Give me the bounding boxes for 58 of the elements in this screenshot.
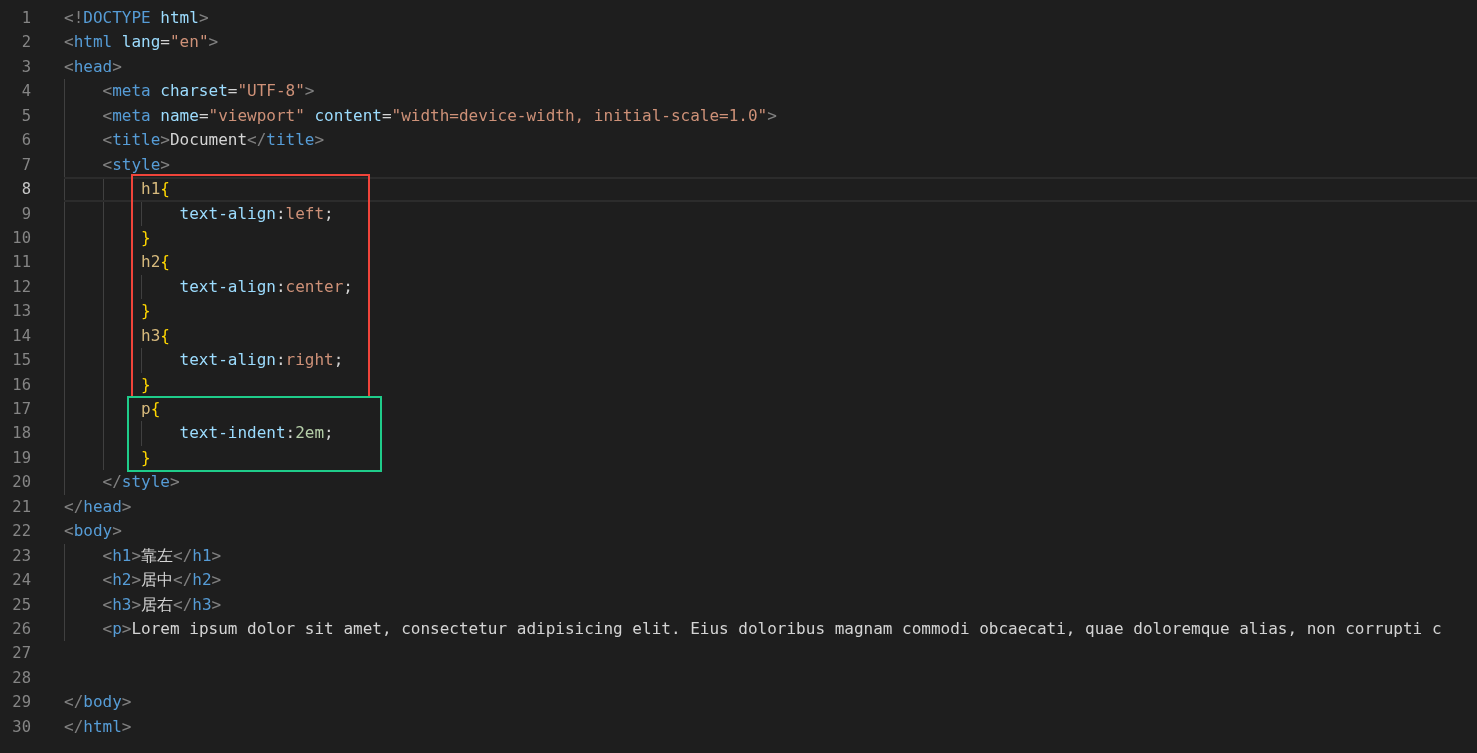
line-number: 29	[12, 692, 31, 714]
line-number: 17	[12, 399, 31, 420]
line-number: 5	[21, 105, 31, 127]
code-line: }	[141, 374, 151, 394]
line-number: 2	[21, 32, 31, 54]
code-line: text-align:center;	[179, 276, 353, 296]
code-line: <p>Lorem ipsum dolor sit amet, consectetur adipisicing elit. Eius doloribus magnam commodi obcaecati, quae doloremque alias, non corrupti c	[102, 618, 1442, 638]
line-number: 26	[12, 618, 31, 640]
code-line: <head>	[64, 56, 122, 76]
code-line: <style>	[102, 154, 170, 174]
line-number: 14	[12, 325, 31, 347]
line-number: 21	[12, 496, 31, 518]
line-number: 12	[12, 276, 31, 298]
code-line: h2{	[141, 252, 170, 272]
code-line: text-indent:2em;	[179, 423, 334, 443]
line-number: 7	[21, 154, 31, 176]
line-number: 10	[12, 227, 31, 249]
code-line: </html>	[64, 716, 132, 736]
code-line: p{	[141, 399, 161, 418]
line-number: 30	[12, 716, 31, 738]
code-line: h3{	[141, 325, 170, 345]
code-line: <h1>靠左</h1>	[102, 545, 222, 565]
line-number: 3	[21, 56, 31, 78]
code-line: <h3>居右</h3>	[102, 594, 222, 614]
code-line: <h2>居中</h2>	[102, 570, 222, 590]
line-number: 19	[12, 447, 31, 469]
code-line: text-align:left;	[179, 203, 334, 223]
line-number: 13	[12, 301, 31, 323]
line-number: 4	[21, 81, 31, 103]
code-line: }	[141, 447, 151, 467]
line-number: 22	[12, 521, 31, 543]
line-number: 20	[12, 472, 31, 494]
line-number: 6	[21, 130, 31, 152]
code-line: }	[141, 227, 151, 247]
code-line: <body>	[64, 521, 122, 541]
line-number: 28	[12, 667, 31, 689]
line-number: 24	[12, 570, 31, 592]
line-number: 11	[12, 252, 31, 274]
line-number: 15	[12, 350, 31, 372]
code-line: <title>Document</title>	[102, 130, 325, 150]
line-number: 8	[21, 179, 31, 201]
line-number: 25	[12, 594, 31, 616]
code-line: <!DOCTYPE html>	[64, 8, 209, 27]
line-number: 9	[21, 203, 31, 225]
code-line: </style>	[102, 472, 180, 492]
code-line: <meta charset="UTF-8">	[102, 81, 315, 101]
code-line: </body>	[64, 692, 132, 712]
line-number: 27	[12, 643, 31, 665]
code-line: </head>	[64, 496, 132, 516]
line-number: 18	[12, 423, 31, 445]
line-number: 23	[12, 545, 31, 567]
code-line: <html lang="en">	[64, 32, 219, 52]
line-number: 16	[12, 374, 31, 396]
code-line: text-align:right;	[179, 350, 344, 370]
code-line: <meta name="viewport" content="width=device-width, initial-scale=1.0">	[102, 105, 777, 125]
code-line: h1{	[141, 179, 170, 199]
code-line: }	[141, 301, 151, 321]
line-number: 1	[21, 8, 31, 29]
